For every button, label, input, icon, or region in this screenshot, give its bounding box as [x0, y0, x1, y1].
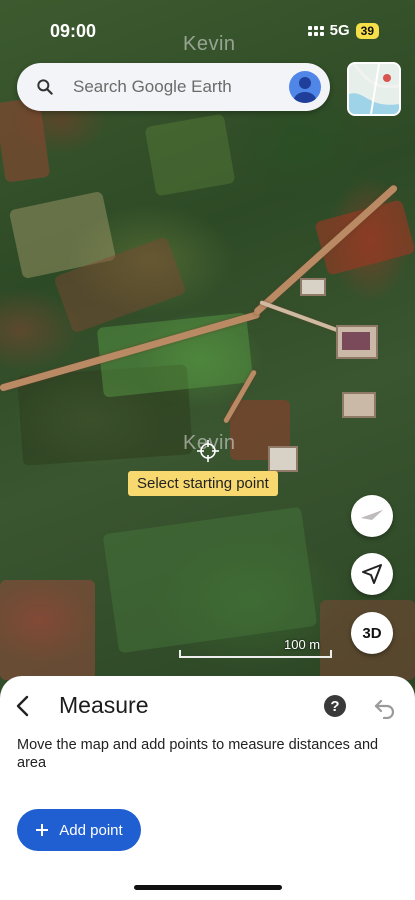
map-field: [102, 506, 318, 654]
plus-icon: [36, 824, 49, 836]
map-style-button[interactable]: [347, 62, 401, 116]
crosshair-icon: [197, 440, 219, 462]
sheet-title: Measure: [59, 692, 149, 718]
account-icon: [294, 77, 316, 103]
measure-sheet: Measure ? Move the map and add points to…: [0, 676, 415, 900]
status-time: 09:00: [50, 21, 97, 41]
scale-bar: [179, 650, 332, 658]
signal-icon: [307, 25, 324, 36]
back-icon[interactable]: [12, 694, 36, 718]
map-building: [342, 392, 376, 418]
search-icon: [37, 79, 53, 95]
map-thumbnail-icon: [349, 64, 399, 114]
search-bar[interactable]: [17, 63, 330, 111]
battery-icon: 39: [355, 22, 379, 39]
avatar[interactable]: [289, 71, 321, 103]
map-building: [342, 332, 370, 350]
3d-label: 3D: [362, 624, 382, 642]
map-field: [0, 580, 95, 680]
status-indicators: 5G 39: [307, 22, 379, 39]
my-location-button[interactable]: [351, 553, 393, 595]
place-label: Kevin: [183, 33, 236, 55]
help-label: ?: [330, 697, 340, 715]
search-input[interactable]: [71, 76, 275, 98]
sheet-description: Move the map and add points to measure d…: [17, 737, 379, 771]
3d-toggle-button[interactable]: 3D: [351, 612, 393, 654]
map-building: [300, 278, 326, 296]
map-building: [268, 446, 298, 472]
add-point-button[interactable]: Add point: [17, 809, 141, 851]
compass-icon: [361, 510, 383, 520]
help-icon[interactable]: ?: [324, 695, 346, 717]
undo-icon[interactable]: [373, 695, 397, 719]
add-point-label: Add point: [59, 821, 123, 839]
compass-button[interactable]: [351, 495, 393, 537]
map-field: [144, 113, 236, 197]
home-indicator: [134, 885, 282, 890]
hint-chip: Select starting point: [128, 471, 278, 496]
network-label: 5G: [329, 22, 350, 39]
navigation-arrow-icon: [362, 564, 382, 584]
